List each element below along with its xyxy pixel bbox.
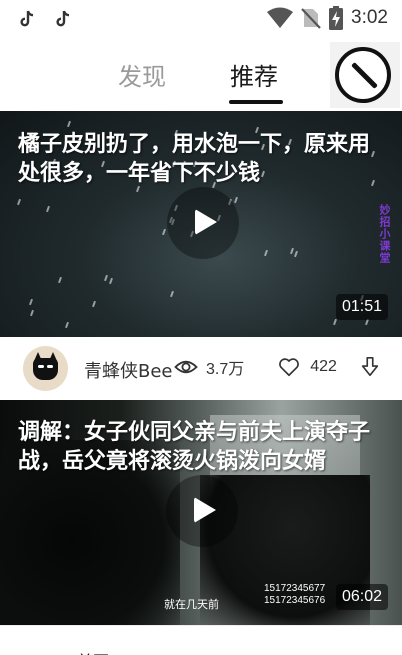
rain-streak [294,250,298,258]
status-time: 3:02 [351,7,388,28]
rain-streak [92,300,96,308]
phone-line: 15172345677 [264,583,326,594]
top-nav: 发现 推荐 [0,40,402,111]
rain-streak [162,228,166,236]
video-title: 调解：女子伙同父亲与前夫上演夺子战，岳父竟将滚烫火锅泼向女婿 [18,420,371,474]
rain-streak [104,274,108,282]
rain-streak [46,205,50,213]
bottom-tab-home[interactable]: 首页 [77,648,109,655]
play-button[interactable] [167,187,239,259]
play-icon [194,497,216,523]
rain-streak [264,249,268,257]
author-name[interactable]: 青蜂侠Bee [84,357,173,383]
rain-streak [67,120,71,128]
rain-streak [290,247,294,255]
rain-streak [234,196,238,204]
tab-discover[interactable]: 发现 [118,57,166,92]
phone-line: 15172345676 [264,595,326,606]
bottom-nav: 首页 [0,625,402,655]
heart-icon[interactable] [278,356,300,378]
rain-streak [65,321,69,329]
top-action-button[interactable] [330,42,400,108]
play-button[interactable] [166,475,238,547]
video-subtitle: 就在几天前 [164,599,219,611]
view-count: 3.7万 [206,361,245,378]
video-card[interactable]: 调解：女子伙同父亲与前夫上演夺子战，岳父竟将滚烫火锅泼向女婿 151723456… [0,400,402,625]
rain-streak [29,298,33,306]
tab-recommend[interactable]: 推荐 [230,57,278,92]
active-tab-indicator [229,100,283,104]
rain-streak [109,277,113,285]
tiktok-icon [56,10,70,27]
no-sim-icon [301,8,321,29]
play-icon [195,209,217,235]
video-duration: 06:02 [335,584,388,610]
video-duration: 01:51 [335,294,388,320]
side-watermark: 妙招小课堂 [378,204,391,264]
battery-charging-icon [329,6,344,30]
rain-streak [170,290,174,298]
avatar[interactable] [23,346,68,391]
video-stats: 3.7万 422 [174,355,381,379]
rain-streak [17,198,21,206]
rain-streak [333,318,337,326]
wifi-icon [267,7,294,28]
video-card[interactable]: 橘子皮别扔了，用水泡一下，原来用处很多，一年省下不少钱 妙招小课堂 01:51 [0,111,402,337]
no-entry-circle-icon [335,47,391,103]
video-title: 橘子皮别扔了，用水泡一下，原来用处很多，一年省下不少钱 [18,132,371,186]
rain-streak [58,276,62,284]
tiktok-icon [20,10,34,27]
author-row: 青蜂侠Bee 3.7万 422 [0,337,402,400]
eye-icon [174,360,198,374]
status-bar: 3:02 [0,0,402,40]
download-icon[interactable] [359,356,381,378]
rain-streak [30,309,34,317]
like-count: 422 [310,358,337,375]
